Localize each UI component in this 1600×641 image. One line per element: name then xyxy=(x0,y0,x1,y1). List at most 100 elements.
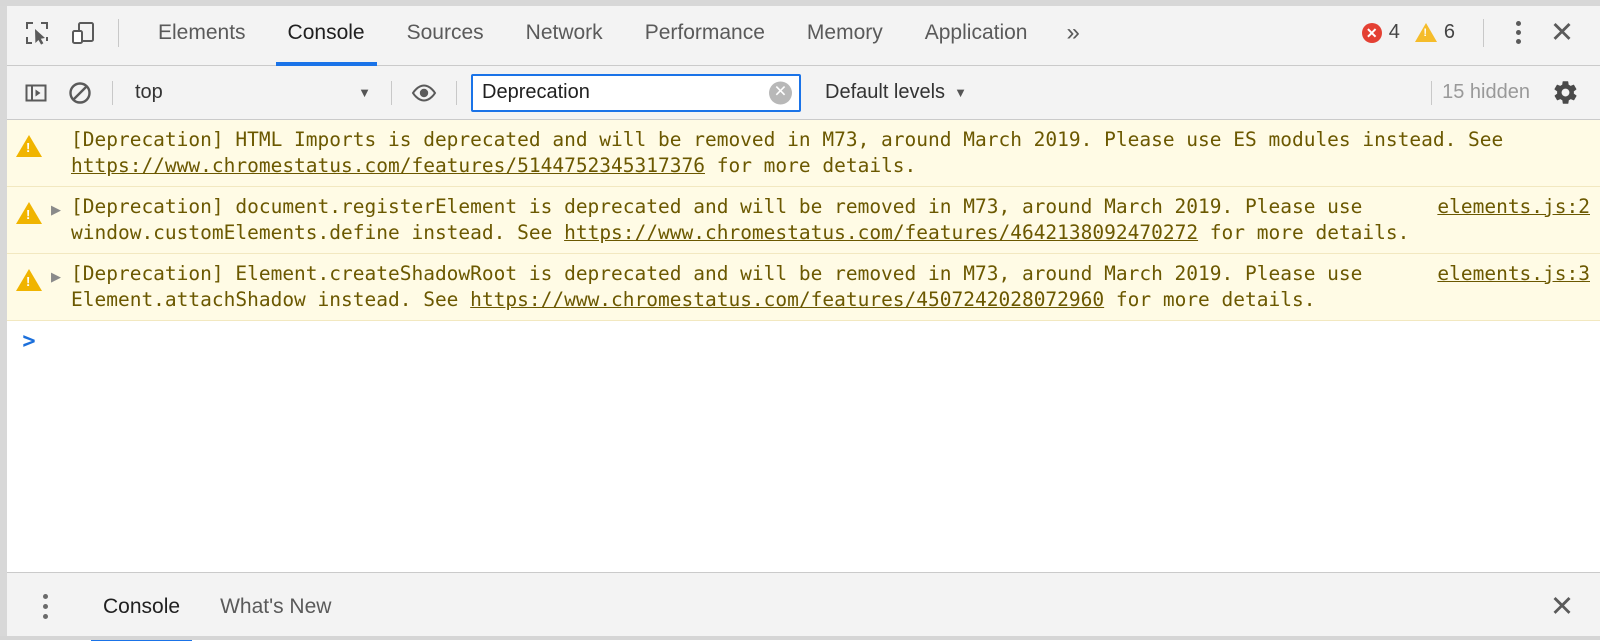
device-toolbar-button[interactable] xyxy=(60,11,106,55)
message-link[interactable]: https://www.chromestatus.com/features/46… xyxy=(564,221,1198,244)
console-message-row[interactable]: ▶ [Deprecation] Element.createShadowRoot… xyxy=(7,254,1600,321)
filter-divider-1 xyxy=(112,80,113,105)
drawer-menu-button[interactable] xyxy=(21,577,69,637)
message-text-part: for more details. xyxy=(1198,221,1410,244)
tab-performance-label: Performance xyxy=(644,20,765,44)
inspect-element-button[interactable] xyxy=(14,11,60,55)
tab-application[interactable]: Application xyxy=(904,0,1049,66)
message-level-indicator xyxy=(7,261,51,291)
filter-divider-3 xyxy=(456,80,457,105)
devtools-menu-button[interactable] xyxy=(1498,11,1538,55)
filter-bar-right-controls: 15 hidden xyxy=(1421,73,1600,113)
devtools-window: Elements Console Sources Network Perform… xyxy=(0,0,1600,641)
console-prompt-input[interactable] xyxy=(51,329,1600,355)
window-bottom-edge xyxy=(0,636,1600,640)
clear-filter-icon[interactable]: ✕ xyxy=(769,81,792,104)
filter-input[interactable] xyxy=(471,73,801,112)
inspect-element-icon xyxy=(24,20,50,46)
tab-console-label: Console xyxy=(287,20,365,44)
no-entry-icon xyxy=(68,81,92,105)
console-prompt-row[interactable]: > xyxy=(7,321,1600,355)
toolbar-divider-right xyxy=(1483,18,1484,47)
message-level-indicator xyxy=(7,194,51,224)
tab-application-label: Application xyxy=(924,20,1028,44)
console-sidebar-toggle-button[interactable] xyxy=(14,73,58,113)
console-message-text: [Deprecation] document.registerElement i… xyxy=(71,194,1437,246)
close-icon: ✕ xyxy=(1549,17,1575,49)
eye-icon xyxy=(411,80,437,106)
kebab-dot xyxy=(42,614,48,619)
sidebar-show-icon xyxy=(24,81,48,105)
expand-arrow-icon[interactable]: ▶ xyxy=(51,261,71,283)
drawer-tab-console[interactable]: Console xyxy=(83,573,200,641)
window-left-edge xyxy=(0,0,7,640)
main-tab-bar: Elements Console Sources Network Perform… xyxy=(0,0,1600,66)
tab-network-label: Network xyxy=(525,20,603,44)
close-drawer-button[interactable]: ✕ xyxy=(1540,585,1584,629)
drawer-tab-whats-new-label: What's New xyxy=(220,594,332,618)
filter-divider-2 xyxy=(391,80,392,105)
message-link[interactable]: https://www.chromestatus.com/features/45… xyxy=(470,288,1104,311)
close-devtools-button[interactable]: ✕ xyxy=(1540,11,1584,55)
message-source-link[interactable]: elements.js:2 xyxy=(1437,194,1590,220)
execution-context-value: top xyxy=(135,81,163,103)
message-text-part: for more details. xyxy=(704,154,917,177)
gear-icon xyxy=(1552,79,1579,106)
error-icon: ✕ xyxy=(1361,22,1382,43)
expand-arrow-icon[interactable]: ▶ xyxy=(51,194,71,216)
kebab-dot xyxy=(1515,39,1521,44)
drawer-tab-console-label: Console xyxy=(103,594,181,618)
kebab-dot xyxy=(42,594,48,599)
console-filter-toolbar: top ▼ ✕ Default levels ▼ 15 hidden xyxy=(0,66,1600,120)
issues-counter[interactable]: ✕ 4 6 xyxy=(1356,21,1469,44)
live-expression-button[interactable] xyxy=(402,73,446,113)
console-message-row[interactable]: ▶ [Deprecation] document.registerElement… xyxy=(7,187,1600,254)
message-link[interactable]: https://www.chromestatus.com/features/51… xyxy=(71,154,705,177)
warning-count: 6 xyxy=(1443,21,1455,43)
tab-elements[interactable]: Elements xyxy=(137,0,267,66)
toolbar-divider xyxy=(118,18,119,47)
message-text-part: [Deprecation] HTML Imports is deprecated… xyxy=(71,128,1504,151)
tab-console[interactable]: Console xyxy=(267,0,386,66)
tab-memory-label: Memory xyxy=(806,20,883,44)
tab-network[interactable]: Network xyxy=(505,0,624,66)
prompt-caret-icon: > xyxy=(22,329,36,354)
console-message-list[interactable]: ▶ [Deprecation] HTML Imports is deprecat… xyxy=(7,120,1600,572)
execution-context-selector[interactable]: top ▼ xyxy=(123,73,381,113)
tab-sources[interactable]: Sources xyxy=(386,0,505,66)
warning-triangle-icon xyxy=(16,202,42,224)
log-level-value: Default levels xyxy=(825,81,946,103)
message-level-indicator xyxy=(7,127,51,157)
tab-sources-label: Sources xyxy=(406,20,484,44)
message-source-link[interactable]: elements.js:3 xyxy=(1437,261,1590,287)
drawer-tab-bar: Console What's New ✕ xyxy=(7,572,1600,641)
drawer-right-controls: ✕ xyxy=(1540,585,1600,629)
tab-memory[interactable]: Memory xyxy=(786,0,904,66)
console-settings-button[interactable] xyxy=(1544,73,1586,113)
warning-icon xyxy=(1414,23,1437,42)
tab-elements-label: Elements xyxy=(158,20,246,44)
device-toolbar-icon xyxy=(70,20,96,46)
tab-bar-right-controls: ✕ 4 6 ✕ xyxy=(1356,11,1600,55)
drawer-tab-whats-new[interactable]: What's New xyxy=(200,573,351,641)
kebab-dot xyxy=(1515,21,1521,26)
chevron-double-right-icon: » xyxy=(1066,18,1080,46)
more-tabs-button[interactable]: » xyxy=(1048,0,1097,66)
kebab-dot xyxy=(42,604,48,609)
drawer-tab-list: Console What's New xyxy=(83,573,351,641)
chevron-down-icon: ▼ xyxy=(358,85,371,100)
close-icon: ✕ xyxy=(1549,591,1575,623)
console-message-text: [Deprecation] HTML Imports is deprecated… xyxy=(71,127,1590,179)
warning-triangle-icon xyxy=(16,135,42,157)
console-message-text: [Deprecation] Element.createShadowRoot i… xyxy=(71,261,1437,313)
console-message-row[interactable]: ▶ [Deprecation] HTML Imports is deprecat… xyxy=(7,120,1600,187)
chevron-down-icon: ▼ xyxy=(954,85,967,100)
filter-divider-4 xyxy=(1431,80,1433,105)
message-text-part: for more details. xyxy=(1104,288,1316,311)
kebab-dot xyxy=(1515,30,1521,35)
error-count: 4 xyxy=(1388,21,1400,43)
tab-performance[interactable]: Performance xyxy=(624,0,786,66)
warning-triangle-icon xyxy=(16,269,42,291)
clear-console-button[interactable] xyxy=(58,73,102,113)
log-level-selector[interactable]: Default levels ▼ xyxy=(811,73,981,113)
